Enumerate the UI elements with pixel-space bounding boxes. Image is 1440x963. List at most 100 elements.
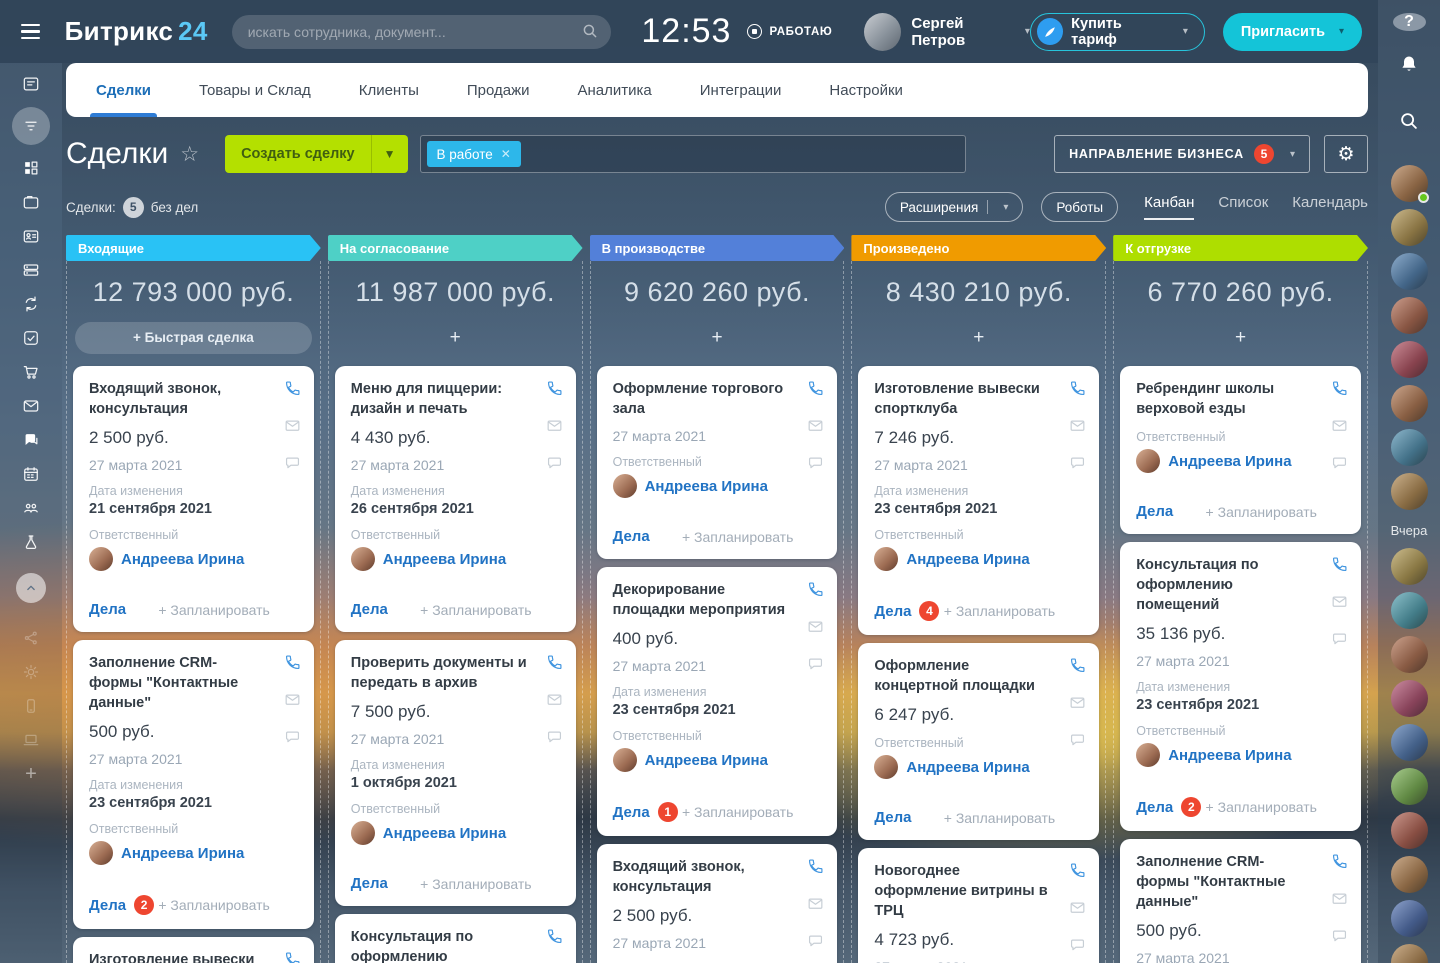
contact-avatar[interactable] — [1391, 548, 1428, 585]
mail-icon[interactable] — [545, 416, 564, 440]
work-status[interactable]: РАБОТАЮ — [747, 24, 832, 39]
deals-link[interactable]: Дела — [613, 528, 650, 545]
deal-card[interactable]: Новогоднее оформление витрины в ТРЦ4 723… — [858, 848, 1099, 963]
responsible-link[interactable]: Андреева Ирина — [383, 551, 506, 568]
deals-link[interactable]: Дела2 — [1136, 797, 1201, 817]
business-direction-button[interactable]: НАПРАВЛЕНИЕ БИЗНЕСА 5 ▾ — [1054, 135, 1310, 173]
projects-icon[interactable] — [14, 185, 48, 219]
marketing-flask-icon[interactable] — [14, 525, 48, 559]
hamburger-menu-icon[interactable] — [0, 24, 61, 39]
schedule-link[interactable]: + Запланировать — [944, 810, 1055, 826]
chat-icon[interactable] — [545, 727, 564, 751]
phone-icon[interactable] — [283, 379, 302, 403]
drive-icon[interactable] — [14, 253, 48, 287]
deal-card[interactable]: Заполнение CRM-формы "Контактные данные"… — [73, 640, 314, 929]
search-input[interactable] — [232, 15, 612, 49]
responsible-link[interactable]: Андреева Ирина — [1168, 747, 1291, 764]
schedule-link[interactable]: + Запланировать — [420, 602, 531, 618]
phone-icon[interactable] — [545, 927, 564, 951]
filter-chip[interactable]: В работе✕ — [427, 141, 521, 167]
schedule-link[interactable]: + Запланировать — [420, 876, 531, 892]
messenger-icon[interactable] — [14, 423, 48, 457]
chat-icon[interactable] — [1330, 453, 1349, 477]
mail-icon[interactable] — [283, 416, 302, 440]
contact-avatar[interactable] — [1391, 812, 1428, 849]
responsible-link[interactable]: Андреева Ирина — [121, 845, 244, 862]
schedule-link[interactable]: + Запланировать — [682, 529, 793, 545]
mail-icon[interactable] — [1330, 416, 1349, 440]
phone-icon[interactable] — [806, 379, 825, 403]
contact-avatar[interactable] — [1391, 592, 1428, 629]
schedule-link[interactable]: + Запланировать — [158, 897, 269, 913]
phone-icon[interactable] — [1068, 861, 1087, 885]
column-header[interactable]: Входящие — [66, 235, 321, 261]
deals-link[interactable]: Дела — [351, 601, 388, 618]
quick-deal-button[interactable]: + Быстрая сделка — [75, 322, 312, 354]
chat-icon[interactable] — [283, 727, 302, 751]
mail-icon[interactable] — [1068, 898, 1087, 922]
mail-icon[interactable] — [1330, 889, 1349, 913]
notifications-bell-icon[interactable] — [1397, 53, 1421, 82]
add-deal-button[interactable]: + — [337, 322, 574, 354]
tab-integrations[interactable]: Интеграции — [700, 63, 782, 117]
contact-avatar[interactable] — [1391, 429, 1428, 466]
phone-icon[interactable] — [1330, 555, 1349, 579]
deal-card[interactable]: Заполнение CRM-формы "Контактные данные"… — [1120, 839, 1361, 963]
phone-icon[interactable] — [806, 857, 825, 881]
chat-icon[interactable] — [1068, 453, 1087, 477]
worktime-clock[interactable]: 12:53 — [641, 12, 731, 51]
tab-sales[interactable]: Продажи — [467, 63, 530, 117]
deal-card[interactable]: Меню для пиццерии: дизайн и печать4 430 … — [335, 366, 576, 632]
contact-avatar[interactable] — [1391, 856, 1428, 893]
app-logo[interactable]: Битрикс24 — [65, 16, 208, 47]
collapse-menu-icon[interactable] — [16, 573, 46, 603]
extensions-button[interactable]: Расширения ▾ — [885, 192, 1024, 222]
tab-settings[interactable]: Настройки — [829, 63, 903, 117]
tab-analytics[interactable]: Аналитика — [578, 63, 652, 117]
deals-link[interactable]: Дела — [1136, 503, 1173, 520]
contact-avatar[interactable] — [1391, 944, 1428, 963]
deals-link[interactable]: Дела4 — [874, 601, 939, 621]
user-menu[interactable]: Сергей Петров ▾ — [864, 13, 1030, 51]
favorite-star-icon[interactable]: ☆ — [180, 142, 199, 167]
responsible-link[interactable]: Андреева Ирина — [121, 551, 244, 568]
contact-avatar[interactable] — [1391, 209, 1428, 246]
deal-card[interactable]: Входящий звонок, консультация2 500 руб.2… — [73, 366, 314, 632]
deal-card[interactable]: Проверить документы и передать в архив7 … — [335, 640, 576, 906]
deal-card[interactable]: Декорирование площадки мероприятия400 ру… — [597, 567, 838, 836]
contact-avatar[interactable] — [1391, 900, 1428, 937]
responsible-link[interactable]: Андреева Ирина — [383, 825, 506, 842]
view-calendar[interactable]: Календарь — [1292, 194, 1368, 220]
view-list[interactable]: Список — [1218, 194, 1268, 220]
view-kanban[interactable]: Канбан — [1144, 194, 1194, 220]
contact-avatar[interactable] — [1391, 680, 1428, 717]
mail-icon[interactable] — [806, 617, 825, 641]
responsible-link[interactable]: Андреева Ирина — [645, 752, 768, 769]
mail-icon[interactable] — [14, 389, 48, 423]
tab-clients[interactable]: Клиенты — [359, 63, 419, 117]
schedule-link[interactable]: + Запланировать — [158, 602, 269, 618]
contact-avatar[interactable] — [1391, 341, 1428, 378]
contact-avatar[interactable] — [1391, 768, 1428, 805]
board-settings-button[interactable]: ⚙ — [1324, 135, 1368, 173]
deals-link[interactable]: Дела — [874, 809, 911, 826]
phone-icon[interactable] — [806, 580, 825, 604]
chevron-down-icon[interactable]: ▼ — [371, 135, 408, 173]
chat-icon[interactable] — [545, 453, 564, 477]
deal-card[interactable]: Ребрендинг школы верховой ездыОтветствен… — [1120, 366, 1361, 534]
live-feed-icon[interactable] — [14, 67, 48, 101]
desktop-app-icon[interactable] — [14, 723, 48, 757]
tasks-icon[interactable] — [14, 321, 48, 355]
deal-card[interactable]: Консультация по оформлению помещений35 1… — [335, 914, 576, 963]
calendar-icon[interactable] — [14, 457, 48, 491]
employees-icon[interactable] — [14, 491, 48, 525]
apps-grid-icon[interactable] — [14, 151, 48, 185]
mail-icon[interactable] — [545, 690, 564, 714]
mail-icon[interactable] — [1068, 693, 1087, 717]
deals-link[interactable]: Дела — [351, 875, 388, 892]
tab-deals[interactable]: Сделки — [96, 63, 151, 117]
phone-icon[interactable] — [283, 950, 302, 963]
chat-search-icon[interactable] — [1398, 110, 1420, 137]
phone-icon[interactable] — [545, 379, 564, 403]
deals-link[interactable]: Дела1 — [613, 802, 678, 822]
